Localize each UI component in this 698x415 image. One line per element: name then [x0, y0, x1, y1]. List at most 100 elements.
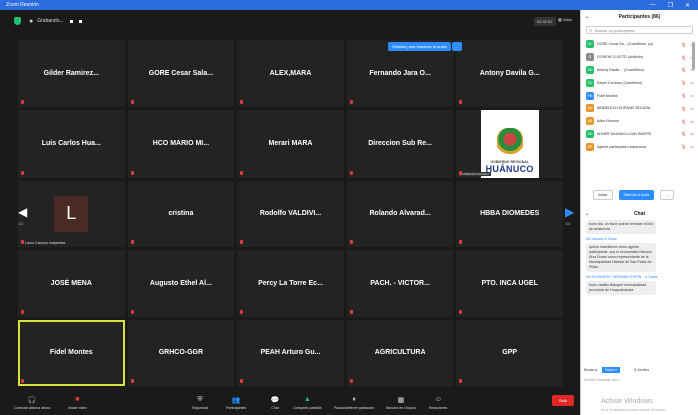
collapse-chevron-icon[interactable]: ⌄: [585, 14, 589, 20]
participant-list: GCGORE Cesar Sa... (Coanfitrión, yo)🎙▭GG…: [581, 38, 698, 188]
video-tile[interactable]: Rolando Alvarad...: [346, 180, 454, 247]
video-tile[interactable]: L Laura Campos malpartida: [18, 180, 125, 247]
muted-mic-icon: [240, 379, 244, 383]
video-tile[interactable]: Direccion Sub Re...: [346, 109, 454, 178]
avatar: EC: [586, 78, 594, 87]
search-placeholder: Buscar un participante: [595, 27, 635, 33]
share-screen-button[interactable]: ▲ Compartir pantalla: [293, 396, 322, 410]
participants-title: Participantes (86): [618, 14, 661, 20]
video-tile[interactable]: Luis Carlos Hua...: [18, 109, 125, 178]
muted-mic-icon: [459, 379, 463, 383]
muted-mic-icon: [240, 240, 244, 244]
chat-button[interactable]: 💬 Chat: [271, 396, 280, 411]
participant-name: Rodolfo VALDIVI...: [259, 210, 322, 218]
video-tile[interactable]: Percy La Torre Ec...: [237, 250, 344, 317]
meeting-topbar: ● Grabando...: [0, 10, 580, 32]
chat-collapse-chevron-icon[interactable]: ⌄: [585, 211, 589, 217]
send-to-select[interactable]: Todos ▾: [601, 367, 620, 373]
tile-caption: Laura Campos malpartida: [25, 241, 66, 245]
participant-search-input[interactable]: ⚲ Buscar un participante: [586, 26, 693, 34]
video-tile[interactable]: PACH. - VICTOR...: [346, 250, 454, 317]
zoom-window: Zoom Reunión — ❐ ✕ ● Grabando... 02:31:5…: [0, 0, 698, 415]
participant-row[interactable]: AR Adler Romero 🎙 ▭: [581, 115, 698, 128]
file-button[interactable]: ⎘ Archivo: [634, 368, 649, 372]
unmute-request-banner[interactable]: Solicitar para reactivar el audio: [388, 42, 451, 51]
video-tile[interactable]: ALEX,MARA: [237, 40, 344, 107]
next-page-count: 1/4: [565, 222, 570, 226]
chat-compose-input[interactable]: Escribir mensaje aquí...: [584, 378, 622, 382]
close-button[interactable]: ✕: [685, 2, 690, 9]
gobierno-regional-logo: GOBIERNO REGIONAL HUÁNUCO: [480, 109, 539, 178]
mute-all-button[interactable]: Silenciar a todos: [618, 190, 655, 200]
video-tile[interactable]: Antony Davila G...: [456, 40, 563, 107]
leave-meeting-button[interactable]: Salir: [552, 395, 574, 406]
video-tile[interactable]: Rodolfo VALDIVI...: [237, 180, 344, 247]
video-off-icon: ▭: [690, 118, 694, 124]
muted-mic-icon: [349, 379, 353, 383]
participant-row[interactable]: AP Agente participativo Ioaricocha 🎙 ▭: [581, 140, 698, 153]
video-tile[interactable]: GOBIERNO REGIONAL HUÁNUCO GOREHCO-SG/EDA: [456, 109, 563, 178]
security-button[interactable]: ⛨ Seguridad: [192, 396, 208, 411]
participant-row[interactable]: GGOREHCO-SGTD (Anfitrión)🎙▭: [581, 51, 698, 64]
video-tile[interactable]: PEAH Arturo Gu...: [237, 319, 344, 386]
minimize-button[interactable]: —: [650, 2, 656, 9]
participant-name: Augusto Ethel Al...: [149, 279, 212, 287]
muted-mic-icon: [459, 240, 463, 244]
participants-button[interactable]: 👥 Participantes: [226, 396, 246, 411]
video-tile[interactable]: AGRICULTURA: [346, 319, 454, 386]
next-page-icon[interactable]: ▶: [565, 205, 574, 219]
security-label: Seguridad: [192, 406, 208, 410]
muted-mic-icon: 🎙: [681, 41, 687, 47]
muted-mic-icon: 🎙: [681, 80, 687, 86]
previous-page-icon[interactable]: ◀: [18, 205, 27, 219]
video-button[interactable]: ■ Iniciar video: [68, 396, 87, 410]
participant-row-name: GORE Cesar Sa... (Coanfitrión, yo): [597, 42, 654, 47]
recording-control-button[interactable]: ⏸ Pausar/detener grabación: [334, 396, 374, 411]
breakout-rooms-button[interactable]: ▦ Sección en Grupos: [386, 396, 416, 411]
participant-name: ALEX,MARA: [269, 69, 312, 77]
video-grid: Gilder Ramirez... GORE Cesar Sala... ALEX,…: [18, 40, 563, 386]
maximize-button[interactable]: ❐: [668, 2, 673, 9]
participant-row[interactable]: GCGORE Cesar Sa... (Coanfitrión, yo)🎙▭: [581, 38, 698, 51]
participants-icon: 👥: [231, 396, 241, 404]
video-tile[interactable]: Merari MARA: [237, 109, 344, 178]
participant-row[interactable]: AD ADNER DAMIAN LUJAN INDEPE 🎙 ▭: [581, 128, 698, 141]
video-tile[interactable]: Fidel Montes: [18, 319, 125, 386]
video-tile[interactable]: cristina: [127, 180, 235, 247]
participant-row[interactable]: AD Antony Davila ... (Coanfitrión) 🎙 ▭: [581, 64, 698, 77]
video-tile[interactable]: Gilder Ramirez...: [18, 40, 125, 107]
participant-row[interactable]: AD ABIMELECH DURAND SEGURA 🎙 ▭: [581, 102, 698, 115]
pause-recording-icon[interactable]: [69, 19, 73, 23]
video-tile[interactable]: JOSÉ MENA: [18, 250, 125, 317]
muted-mic-icon: [130, 170, 134, 175]
video-tile[interactable]: Augusto Ethel Al...: [127, 250, 235, 317]
video-tile[interactable]: GORE Cesar Sala...: [127, 40, 235, 107]
participant-name: Fidel Montes: [49, 349, 93, 357]
title-bar: Zoom Reunión — ❐ ✕: [0, 0, 698, 10]
video-tile[interactable]: HBBA DIOMEDES: [456, 180, 563, 247]
participant-name: JOSÉ MENA: [50, 279, 92, 287]
more-options-button[interactable]: …: [660, 190, 674, 200]
participant-row-name: Edwin Cordova (Coanfitrión): [597, 80, 643, 85]
video-tile[interactable]: GRHCO-GGR: [127, 319, 235, 386]
video-tile[interactable]: HCO MARIO MI...: [127, 109, 235, 178]
reactions-button[interactable]: ☺ Reacciones: [429, 396, 447, 410]
participant-scrollbar[interactable]: [692, 42, 695, 70]
view-button[interactable]: ▦ Vista: [558, 17, 572, 22]
chat-message: quiero inscribirme como agente participa…: [586, 243, 656, 272]
muted-mic-icon: 🎙: [681, 67, 687, 73]
invite-button[interactable]: Invitar: [593, 190, 613, 200]
unmute-banner-more[interactable]: …: [452, 42, 462, 51]
participant-row[interactable]: FM Fidel Montes 🎙 ▭: [581, 89, 698, 102]
video-tile[interactable]: GPP: [456, 319, 563, 386]
logo-big-text: HUÁNUCO: [485, 163, 534, 174]
participant-row[interactable]: EC Edwin Cordova (Coanfitrión) 🎙 ▭: [581, 76, 698, 89]
stop-recording-icon[interactable]: [78, 19, 82, 23]
video-tile[interactable]: PTO. INCA UGEL: [456, 250, 563, 317]
audio-button[interactable]: 🎧 Conectar altavoz ahora: [14, 396, 50, 411]
video-off-icon: ▭: [690, 93, 694, 99]
search-icon: ⚲: [589, 27, 592, 33]
participant-name: Fernando Jara O...: [369, 69, 431, 77]
participant-name: GRHCO-GGR: [158, 349, 204, 357]
shield-icon[interactable]: [14, 17, 21, 25]
